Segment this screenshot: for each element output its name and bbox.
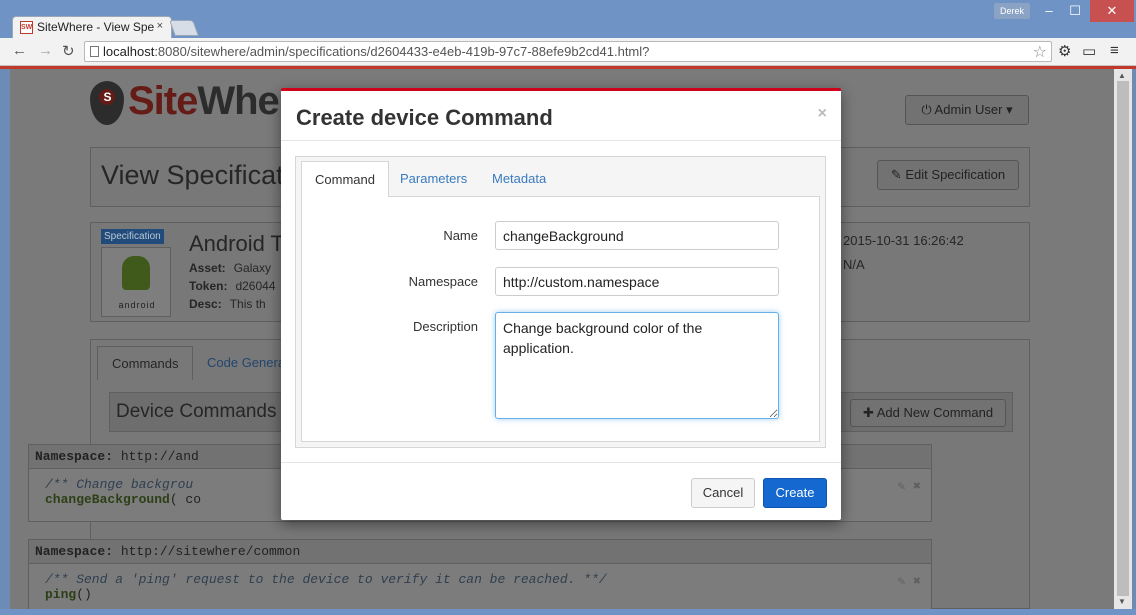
created-date: 2015-10-31 16:26:42 — [843, 233, 964, 248]
namespace-input[interactable] — [495, 267, 779, 296]
cast-icon[interactable]: ▭ — [1082, 42, 1096, 60]
namespace-label: Namespace: — [35, 544, 114, 559]
url-path: :8080/sitewhere/admin/specifications/d26… — [154, 44, 650, 59]
command-form: Name Namespace Description Change backgr… — [301, 196, 820, 442]
edit-icon[interactable]: ✎ — [898, 574, 906, 589]
reload-icon[interactable]: ↻ — [62, 42, 75, 60]
desc-label: Desc: — [189, 297, 222, 311]
asset-row: Asset: Galaxy — [189, 261, 271, 275]
minimize-button[interactable]: ‒ — [1036, 0, 1062, 22]
page-title: View Specificat — [101, 160, 284, 190]
delete-icon[interactable]: ✖ — [913, 479, 921, 494]
tab-command[interactable]: Command — [301, 161, 389, 197]
android-robot-icon — [122, 256, 150, 290]
modal-footer-divider — [281, 462, 841, 463]
create-command-modal: Create device Command × Command Paramete… — [281, 88, 841, 520]
bookmark-star-icon[interactable]: ☆ — [1033, 42, 1047, 62]
browser-tab[interactable]: SW SiteWhere - View Spe × — [12, 16, 172, 38]
namespace-value: http://sitewhere/common — [120, 544, 301, 559]
namespace-label: Namespace: — [35, 449, 114, 464]
tab-close-icon[interactable]: × — [157, 20, 163, 32]
android-logo-text: android — [118, 300, 156, 310]
browser-toolbar: ← → ↻ localhost:8080/sitewhere/admin/spe… — [0, 38, 1136, 66]
maximize-button[interactable]: ☐ — [1062, 0, 1088, 22]
admin-user-button[interactable]: ⏻ Admin User ▾ — [905, 95, 1029, 125]
add-new-command-button[interactable]: ✚ Add New Command — [850, 399, 1006, 427]
tab-commands[interactable]: Commands — [97, 346, 194, 380]
cancel-button[interactable]: Cancel — [691, 478, 755, 508]
address-bar[interactable]: localhost:8080/sitewhere/admin/specifica… — [84, 41, 1052, 62]
scroll-down-icon[interactable]: ▼ — [1118, 597, 1126, 606]
logo-text-red: Site — [128, 79, 198, 123]
namespace-value: http://and — [120, 449, 199, 464]
token-label: Token: — [189, 279, 228, 293]
modal-close-icon[interactable]: × — [818, 105, 827, 123]
specification-badge: Specification — [101, 229, 164, 244]
close-window-button[interactable]: ✕ — [1090, 0, 1134, 22]
command-actions: ✎ ✖ — [898, 574, 921, 589]
namespace-label: Namespace — [408, 274, 478, 289]
command-block: Namespace: http://sitewhere/common /** S… — [28, 539, 932, 609]
token-row: Token: d26044 — [189, 279, 276, 293]
modal-tab-frame: Command Parameters Metadata Name Namespa… — [295, 156, 826, 448]
command-name: changeBackground — [45, 492, 170, 507]
window-bottom-border — [0, 609, 1136, 615]
namespace-row: Namespace: http://sitewhere/common — [29, 540, 931, 564]
create-button[interactable]: Create — [763, 478, 827, 508]
desc-value: This th — [229, 297, 266, 311]
logo-mark-icon: S — [90, 81, 124, 126]
page-icon — [90, 46, 99, 57]
profile-badge[interactable]: Derek — [994, 3, 1030, 19]
description-textarea[interactable]: Change background color of the applicati… — [495, 312, 779, 419]
scroll-up-icon[interactable]: ▲ — [1118, 71, 1126, 80]
tab-parameters[interactable]: Parameters — [387, 161, 480, 196]
sitewhere-favicon-icon: SW — [20, 21, 33, 34]
name-input[interactable] — [495, 221, 779, 250]
edit-icon[interactable]: ✎ — [898, 479, 906, 494]
command-name: ping — [45, 587, 77, 602]
modal-divider — [281, 140, 841, 141]
android-logo: android — [101, 247, 171, 317]
command-args: () — [76, 587, 92, 602]
edit-specification-button[interactable]: ✎ Edit Specification — [877, 160, 1019, 190]
asset-value: Galaxy — [233, 261, 272, 275]
command-signature: ping() — [29, 587, 931, 602]
extension-gear-icon[interactable]: ⚙ — [1058, 42, 1071, 60]
device-commands-title: Device Commands — [116, 401, 277, 422]
tab-title: SiteWhere - View Spe — [37, 20, 155, 34]
desc-row: Desc: This th — [189, 297, 266, 311]
scroll-thumb[interactable] — [1117, 81, 1129, 596]
description-label: Description — [412, 319, 478, 334]
asset-label: Asset: — [189, 261, 226, 275]
command-actions: ✎ ✖ — [898, 479, 921, 494]
command-comment: /** Send a 'ping' request to the device … — [45, 572, 607, 587]
back-arrow-icon[interactable]: ← — [12, 42, 27, 59]
spec-name: Android T — [189, 231, 284, 256]
url-host: localhost — [103, 44, 155, 59]
new-tab-button[interactable] — [169, 20, 199, 36]
page-scrollbar[interactable]: ▲ ▼ — [1114, 69, 1132, 609]
name-label: Name — [443, 228, 478, 243]
menu-icon[interactable]: ≡ — [1110, 42, 1119, 59]
delete-icon[interactable]: ✖ — [913, 574, 921, 589]
tab-metadata[interactable]: Metadata — [479, 161, 559, 196]
command-args: ( co — [169, 492, 202, 507]
forward-arrow-icon[interactable]: → — [38, 42, 53, 59]
modal-title: Create device Command — [296, 105, 553, 130]
updated-date: N/A — [843, 257, 865, 272]
token-value: d26044 — [235, 279, 276, 293]
browser-titlebar: SW SiteWhere - View Spe × Derek ‒ ☐ ✕ — [0, 0, 1136, 38]
